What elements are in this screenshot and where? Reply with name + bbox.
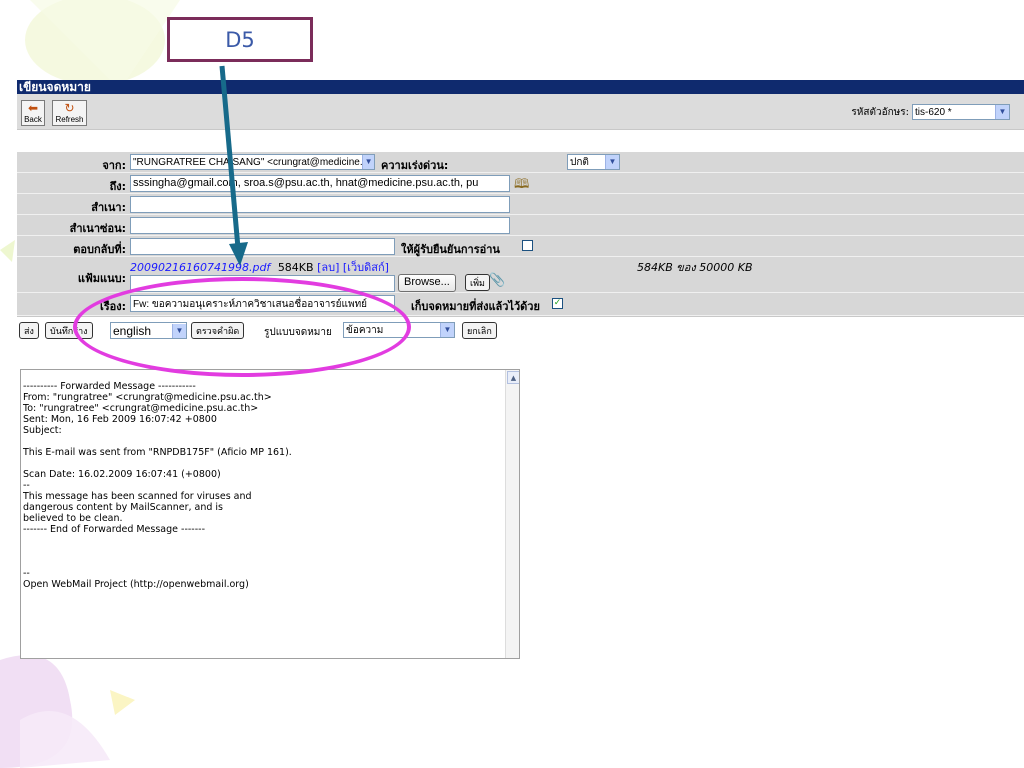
to-row: ถึง: sssingha@gmail.com, sroa.s@psu.ac.t…: [17, 173, 1024, 194]
refresh-label: Refresh: [55, 115, 84, 124]
attachment-webdisk-link[interactable]: [เว็บดิสก์]: [343, 261, 389, 274]
body-line: [21, 535, 519, 546]
attachment-file: 20090216160741998.pdf 584KB [ลบ] [เว็บดิ…: [130, 258, 389, 276]
body-line: ------- End of Forwarded Message -------: [23, 524, 206, 535]
body-line: [21, 458, 519, 469]
body-line: believed to be clean.: [23, 513, 123, 524]
bcc-label: สำเนาซ่อน:: [69, 222, 126, 235]
body-line: [21, 557, 519, 568]
body-line: This message has been scanned for viruse…: [23, 491, 252, 502]
callout-label: D5: [167, 17, 313, 62]
body-line: --: [23, 568, 30, 579]
priority-label: ความเร่งด่วน:: [381, 159, 449, 172]
back-icon: ⬅: [27, 101, 39, 115]
body-line: ---------- Forwarded Message -----------: [23, 381, 196, 392]
spacer: [17, 130, 1024, 152]
from-select[interactable]: "RUNGRATREE CHAISANG" <crungrat@medicine…: [130, 154, 375, 170]
save-sent-label: เก็บจดหมายที่ส่งแล้วไว้ด้วย: [411, 300, 540, 313]
chevron-down-icon: ▼: [605, 155, 619, 169]
body-scrollbar[interactable]: ▲: [505, 370, 519, 658]
chevron-down-icon: ▼: [362, 155, 374, 169]
attachment-filename[interactable]: 20090216160741998.pdf: [130, 261, 270, 274]
body-line: --: [23, 480, 30, 491]
replyto-input[interactable]: [130, 238, 395, 255]
cc-input[interactable]: [130, 196, 510, 213]
browse-button[interactable]: Browse...: [398, 274, 456, 292]
priority-value: ปกติ: [570, 156, 589, 168]
replyto-row: ตอบกลับที่: ให้ผู้รับยืนยันการอ่าน: [17, 236, 1024, 257]
to-label: ถึง:: [109, 180, 126, 193]
body-line: Subject:: [23, 425, 62, 436]
read-receipt-checkbox[interactable]: [522, 240, 533, 251]
charset-select[interactable]: tis-620 * ▼: [912, 104, 1010, 120]
charset-control: รหัสตัวอักษร: tis-620 * ▼: [851, 104, 1010, 120]
charset-label: รหัสตัวอักษร:: [851, 106, 909, 118]
body-line: From: "rungratree" <crungrat@medicine.ps…: [23, 392, 272, 403]
from-value: "RUNGRATREE CHAISANG" <crungrat@medicine…: [133, 156, 363, 168]
chevron-down-icon: ▼: [995, 105, 1009, 119]
priority-select[interactable]: ปกติ ▼: [567, 154, 620, 170]
refresh-button[interactable]: ↻ Refresh: [52, 100, 87, 126]
body-line: Scan Date: 16.02.2009 16:07:41 (+0800): [23, 469, 221, 480]
scroll-up-icon[interactable]: ▲: [507, 371, 519, 384]
read-receipt-label: ให้ผู้รับยืนยันการอ่าน: [401, 243, 500, 256]
body-line: [21, 546, 519, 557]
back-button[interactable]: ⬅ Back: [21, 100, 45, 126]
from-row: จาก: "RUNGRATREE CHAISANG" <crungrat@med…: [17, 152, 1024, 173]
to-input[interactable]: sssingha@gmail.com, sroa.s@psu.ac.th, hn…: [130, 175, 510, 192]
back-label: Back: [24, 115, 42, 124]
message-body[interactable]: ---------- Forwarded Message -----------…: [20, 369, 520, 659]
cancel-button[interactable]: ยกเลิก: [462, 322, 497, 339]
toolbar: ⬅ Back ↻ Refresh รหัสตัวอักษร: tis-620 *…: [17, 94, 1024, 130]
save-sent-checkbox[interactable]: ✓: [552, 298, 563, 309]
cc-label: สำเนา:: [91, 201, 126, 214]
highlight-ellipse: [73, 277, 411, 377]
body-line: dangerous content by MailScanner, and is: [23, 502, 223, 513]
from-label: จาก:: [102, 159, 126, 172]
attachment-delete-link[interactable]: [ลบ]: [317, 261, 339, 274]
charset-value: tis-620 *: [915, 106, 952, 118]
cc-row: สำเนา:: [17, 194, 1024, 215]
body-line: This E-mail was sent from "RNPDB175F" (A…: [23, 447, 292, 458]
bcc-row: สำเนาซ่อน:: [17, 215, 1024, 236]
send-button[interactable]: ส่ง: [19, 322, 39, 339]
body-line: Open WebMail Project (http://openwebmail…: [23, 579, 249, 590]
window-title: เขียนจดหมาย: [17, 80, 1024, 94]
refresh-icon: ↻: [64, 101, 75, 115]
chevron-down-icon: ▼: [440, 323, 454, 337]
body-line: Sent: Mon, 16 Feb 2009 16:07:42 +0800: [23, 414, 217, 425]
attach-icon[interactable]: 📎: [489, 273, 505, 288]
message-body-text: ---------- Forwarded Message -----------…: [21, 370, 519, 590]
body-line: To: "rungratree" <crungrat@medicine.psu.…: [23, 403, 259, 414]
bcc-input[interactable]: [130, 217, 510, 234]
replyto-label: ตอบกลับที่:: [73, 243, 126, 256]
attachment-quota: 584KB ของ 50000 KB: [637, 261, 753, 274]
add-attachment-button[interactable]: เพิ่ม: [465, 274, 490, 291]
attachment-size: 584KB: [277, 261, 314, 274]
attachment-label: แฟ้มแนบ:: [77, 272, 126, 285]
body-line: [21, 436, 519, 447]
